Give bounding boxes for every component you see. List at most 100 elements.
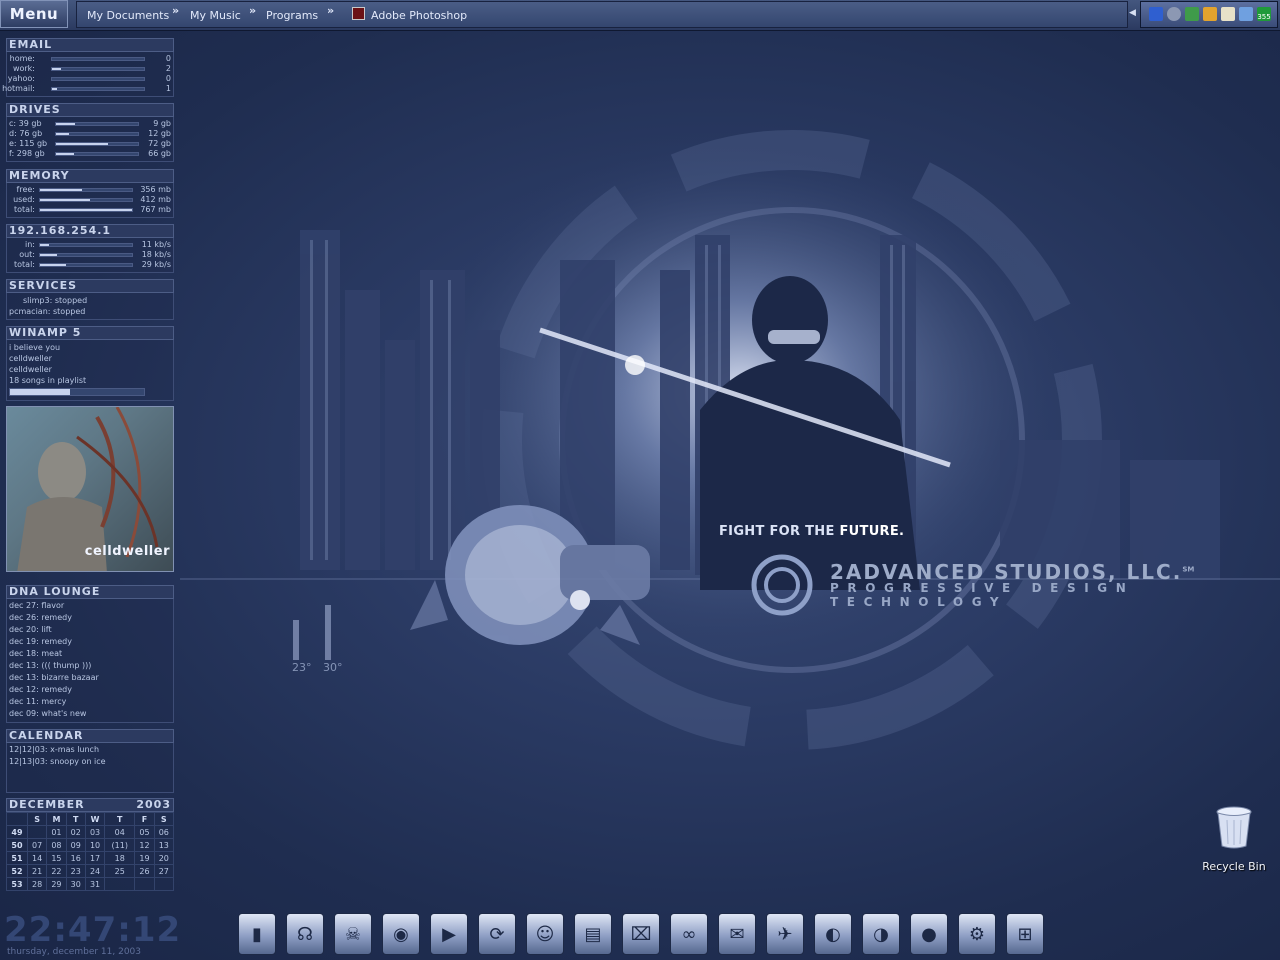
- recycle-bin[interactable]: Recycle Bin: [1199, 806, 1269, 873]
- calendar-day[interactable]: [134, 877, 155, 891]
- event-item[interactable]: dec 13: ((( thump ))): [7, 660, 173, 672]
- calendar-day[interactable]: 15: [46, 851, 67, 865]
- calendar-day[interactable]: 06: [153, 825, 175, 839]
- email-row-home[interactable]: home: 0: [7, 54, 173, 64]
- email-row-work[interactable]: work: 2: [7, 64, 173, 74]
- task-adobe-photoshop[interactable]: Adobe Photoshop: [371, 9, 467, 22]
- calendar-event-item[interactable]: 12|13|03: snoopy on ice: [7, 756, 173, 768]
- event-item[interactable]: dec 11: mercy: [7, 696, 173, 708]
- computer-lock-icon[interactable]: ⌧: [622, 913, 660, 955]
- calendar-day[interactable]: 17: [84, 851, 106, 865]
- calendar-day[interactable]: [153, 877, 175, 891]
- alien-icon[interactable]: ☺: [526, 913, 564, 955]
- calendar-day[interactable]: 16: [65, 851, 86, 865]
- calendar-day[interactable]: 21: [26, 864, 48, 878]
- drive-row-f[interactable]: f: 298 gb 66 gb: [7, 149, 173, 159]
- calendar-day[interactable]: 04: [104, 825, 136, 839]
- skull-icon[interactable]: ☠: [334, 913, 372, 955]
- calendar-events-panel: CALENDAR 12|12|03: x-mas lunch 12|13|03:…: [6, 729, 174, 793]
- quick-link-my-documents[interactable]: My Documents: [87, 9, 169, 22]
- event-item[interactable]: dec 19: remedy: [7, 636, 173, 648]
- drive-row-c[interactable]: c: 39 gb 9 gb: [7, 119, 173, 129]
- mail-icon[interactable]: ✉: [718, 913, 756, 955]
- windows-icon[interactable]: ⊞: [1006, 913, 1044, 955]
- quick-link-programs[interactable]: Programs: [266, 9, 318, 22]
- clock-time: 22:47:12: [4, 910, 182, 950]
- tower-icon[interactable]: ▮: [238, 913, 276, 955]
- chevron-icon[interactable]: »: [249, 4, 256, 17]
- calendar-day[interactable]: 03: [84, 825, 106, 839]
- quick-link-my-music[interactable]: My Music: [190, 9, 241, 22]
- calendar-day[interactable]: 23: [65, 864, 86, 878]
- calendar-day[interactable]: 08: [46, 838, 67, 852]
- photoshop-icon: [352, 7, 365, 20]
- calendar-day[interactable]: 22: [46, 864, 67, 878]
- network-globe-icon[interactable]: ◑: [862, 913, 900, 955]
- winamp-info[interactable]: i believe you celldweller celldweller 18…: [6, 340, 174, 401]
- calendar-day[interactable]: [26, 825, 48, 839]
- calendar-day[interactable]: 10: [84, 838, 106, 852]
- calendar-day-today[interactable]: (11): [104, 838, 136, 852]
- event-item[interactable]: dec 26: remedy: [7, 612, 173, 624]
- disc-icon[interactable]: ◉: [382, 913, 420, 955]
- calendar-day[interactable]: 24: [84, 864, 106, 878]
- bird-icon[interactable]: ✈: [766, 913, 804, 955]
- calendar-day[interactable]: 20: [153, 851, 175, 865]
- media-player-icon[interactable]: ▶: [430, 913, 468, 955]
- calendar-day[interactable]: 31: [84, 877, 106, 891]
- calendar-day[interactable]: [104, 877, 136, 891]
- calendar-day[interactable]: 09: [65, 838, 86, 852]
- email-row-hotmail[interactable]: hotmail: 1: [2, 84, 173, 94]
- event-item[interactable]: dec 12: remedy: [7, 684, 173, 696]
- calendar-day[interactable]: 26: [134, 864, 155, 878]
- network-icon[interactable]: [1167, 7, 1181, 21]
- headphones-icon[interactable]: ☊: [286, 913, 324, 955]
- calendar-day[interactable]: 29: [46, 877, 67, 891]
- row-value: 356 mb: [140, 185, 171, 194]
- calendar-event-item[interactable]: 12|12|03: x-mas lunch: [7, 744, 173, 756]
- calendar-day[interactable]: 02: [65, 825, 86, 839]
- document-icon[interactable]: ▤: [574, 913, 612, 955]
- chevron-icon[interactable]: »: [172, 4, 179, 17]
- calendar-day[interactable]: 27: [153, 864, 175, 878]
- usage-meter-icon[interactable]: [1221, 7, 1235, 21]
- event-item[interactable]: dec 27: flavor: [7, 600, 173, 612]
- goggles-icon[interactable]: ∞: [670, 913, 708, 955]
- track-progress-bar[interactable]: [9, 388, 145, 396]
- bluetooth-icon[interactable]: [1149, 7, 1163, 21]
- calendar-day[interactable]: 28: [26, 877, 48, 891]
- monitor-icon[interactable]: [1239, 7, 1253, 21]
- pencil-icon[interactable]: [1203, 7, 1217, 21]
- calendar-day[interactable]: 13: [153, 838, 175, 852]
- event-item[interactable]: dec 20: lift: [7, 624, 173, 636]
- service-slimp3[interactable]: slimp3: stopped: [7, 295, 173, 306]
- tools-icon[interactable]: ⚙: [958, 913, 996, 955]
- panel-title: CALENDAR: [6, 729, 174, 743]
- calendar-day[interactable]: 05: [134, 825, 155, 839]
- menu-button[interactable]: Menu: [0, 0, 68, 28]
- refresh-icon[interactable]: ⟳: [478, 913, 516, 955]
- apple-icon[interactable]: ●: [910, 913, 948, 955]
- tray-collapse-arrow-icon[interactable]: ◀: [1129, 8, 1136, 18]
- event-item[interactable]: dec 09: what's new: [7, 708, 173, 720]
- event-item[interactable]: dec 13: bizarre bazaar: [7, 672, 173, 684]
- update-icon[interactable]: [1185, 7, 1199, 21]
- calendar-day[interactable]: 12: [134, 838, 155, 852]
- drive-row-d[interactable]: d: 76 gb 12 gb: [7, 129, 173, 139]
- globe-icon[interactable]: ◐: [814, 913, 852, 955]
- chevron-icon[interactable]: »: [327, 4, 334, 17]
- calendar-day[interactable]: 01: [46, 825, 67, 839]
- tray-badge[interactable]: 355: [1257, 7, 1271, 21]
- drive-row-e[interactable]: e: 115 gb 72 gb: [7, 139, 173, 149]
- calendar-day[interactable]: 19: [134, 851, 155, 865]
- calendar-day[interactable]: 14: [26, 851, 48, 865]
- calendar-weekday-row: S M T W T F S: [6, 812, 175, 826]
- row-label: hotmail:: [2, 84, 35, 93]
- event-item[interactable]: dec 18: meat: [7, 648, 173, 660]
- email-row-yahoo[interactable]: yahoo: 0: [7, 74, 173, 84]
- service-pcmacian[interactable]: pcmacian: stopped: [7, 306, 173, 317]
- calendar-day[interactable]: 18: [104, 851, 136, 865]
- calendar-day[interactable]: 25: [104, 864, 136, 878]
- calendar-day[interactable]: 30: [65, 877, 86, 891]
- calendar-day[interactable]: 07: [26, 838, 48, 852]
